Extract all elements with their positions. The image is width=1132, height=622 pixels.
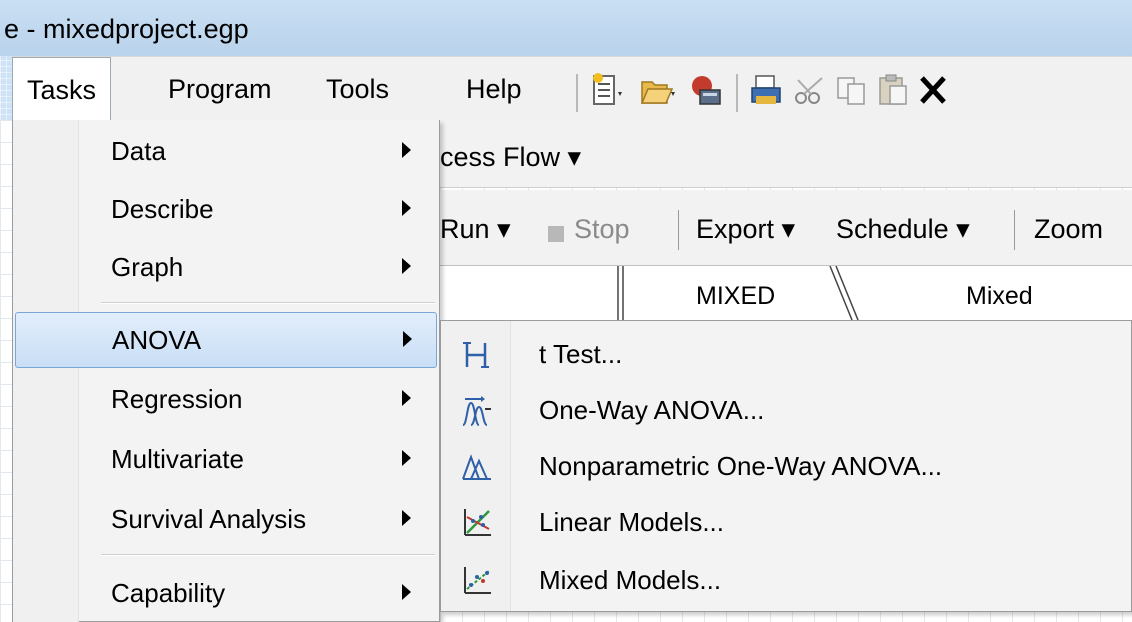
menu-item-label: Capability xyxy=(111,578,226,608)
tasks-menu-item-graph[interactable]: Graph xyxy=(15,240,437,296)
submenu-arrow-icon xyxy=(402,258,411,274)
tasks-menu-item-capability[interactable]: Capability xyxy=(15,566,437,622)
copy-icon[interactable] xyxy=(834,70,870,110)
mixed-models-icon xyxy=(461,565,493,597)
tasks-menu: Data Describe Graph ANOVA Regression Mul… xyxy=(12,120,440,622)
anova-item-t-test[interactable]: t Test... xyxy=(443,327,1129,383)
submenu-item-label: Mixed Models... xyxy=(539,565,722,595)
menu-bar: Tasks Program Tools Help xyxy=(12,56,1132,123)
one-way-anova-icon xyxy=(461,395,493,427)
process-flow-bar: cess Flow ▾ xyxy=(440,120,1132,188)
open-folder-icon[interactable] xyxy=(638,70,675,110)
menu-item-label: ANOVA xyxy=(112,325,202,355)
toolbar-separator xyxy=(576,74,578,112)
submenu-arrow-icon xyxy=(402,142,411,158)
menu-program[interactable]: Program xyxy=(154,57,286,121)
print-icon[interactable] xyxy=(748,70,784,110)
anova-submenu: t Test... One-Way ANOVA... Nonparametric… xyxy=(440,320,1132,612)
submenu-arrow-icon xyxy=(402,200,411,216)
export-button[interactable]: Export ▾ xyxy=(696,214,795,245)
submenu-item-label: Nonparametric One-Way ANOVA... xyxy=(539,451,943,481)
stop-button[interactable]: Stop xyxy=(574,214,630,245)
anova-item-linear-models[interactable]: Linear Models... xyxy=(443,495,1129,551)
submenu-arrow-icon xyxy=(402,450,411,466)
submenu-item-label: One-Way ANOVA... xyxy=(539,395,765,425)
zoom-button[interactable]: Zoom xyxy=(1034,214,1103,245)
menu-tasks[interactable]: Tasks xyxy=(12,57,112,123)
schedule-button[interactable]: Schedule ▾ xyxy=(836,214,970,245)
run-toolbar: Run ▾ Stop Export ▾ Schedule ▾ Zoom xyxy=(440,190,1132,266)
menu-item-label: Data xyxy=(111,136,166,166)
tasks-menu-item-describe[interactable]: Describe xyxy=(15,182,437,238)
submenu-arrow-icon xyxy=(402,584,411,600)
submenu-arrow-icon xyxy=(403,331,412,347)
anova-item-mixed-models[interactable]: Mixed Models... xyxy=(443,553,1129,609)
delete-icon[interactable] xyxy=(916,70,952,110)
flow-node-mixed-upper[interactable]: MIXED xyxy=(696,282,775,311)
toolbar-separator xyxy=(736,74,738,112)
tasks-menu-item-survival-analysis[interactable]: Survival Analysis xyxy=(15,492,437,548)
tasks-menu-item-regression[interactable]: Regression xyxy=(15,372,437,428)
run-button[interactable]: Run ▾ xyxy=(440,214,511,245)
process-flow-dropdown[interactable]: cess Flow ▾ xyxy=(440,142,581,173)
submenu-arrow-icon xyxy=(402,390,411,406)
menu-item-label: Survival Analysis xyxy=(111,504,307,534)
cut-icon[interactable] xyxy=(792,70,828,110)
menu-tools[interactable]: Tools xyxy=(312,57,403,121)
menu-item-label: Regression xyxy=(111,384,243,414)
tasks-menu-item-data[interactable]: Data xyxy=(15,124,437,180)
tasks-menu-item-multivariate[interactable]: Multivariate xyxy=(15,432,437,488)
sas-server-icon[interactable] xyxy=(688,70,724,110)
flow-arrow xyxy=(829,266,859,320)
nonparametric-anova-icon xyxy=(461,451,493,483)
submenu-item-label: Linear Models... xyxy=(539,507,724,537)
anova-item-nonparametric-one-way-anova[interactable]: Nonparametric One-Way ANOVA... xyxy=(443,439,1129,495)
title-bar: e - mixedproject.egp xyxy=(0,0,1132,56)
menu-item-label: Graph xyxy=(111,252,184,282)
paste-icon[interactable] xyxy=(876,70,912,110)
run-toolbar-separator xyxy=(678,210,679,250)
t-test-icon xyxy=(461,339,493,371)
stop-icon xyxy=(548,226,564,242)
flow-node-labels: MIXED Mixed xyxy=(440,266,1132,320)
window-title: e - mixedproject.egp xyxy=(4,14,249,44)
menu-item-label: Describe xyxy=(111,194,214,224)
menu-separator xyxy=(101,554,435,556)
submenu-item-label: t Test... xyxy=(539,339,623,369)
run-toolbar-separator xyxy=(1014,210,1015,250)
flow-connector xyxy=(617,266,624,320)
menu-separator xyxy=(101,302,435,304)
menu-item-label: Multivariate xyxy=(111,444,244,474)
linear-models-icon xyxy=(461,507,493,539)
tasks-menu-item-anova[interactable]: ANOVA xyxy=(15,312,437,368)
new-file-icon[interactable] xyxy=(588,70,624,110)
flow-node-mixed[interactable]: Mixed xyxy=(966,282,1033,311)
anova-item-one-way-anova[interactable]: One-Way ANOVA... xyxy=(443,383,1129,439)
menu-help[interactable]: Help xyxy=(452,57,536,121)
submenu-arrow-icon xyxy=(402,510,411,526)
